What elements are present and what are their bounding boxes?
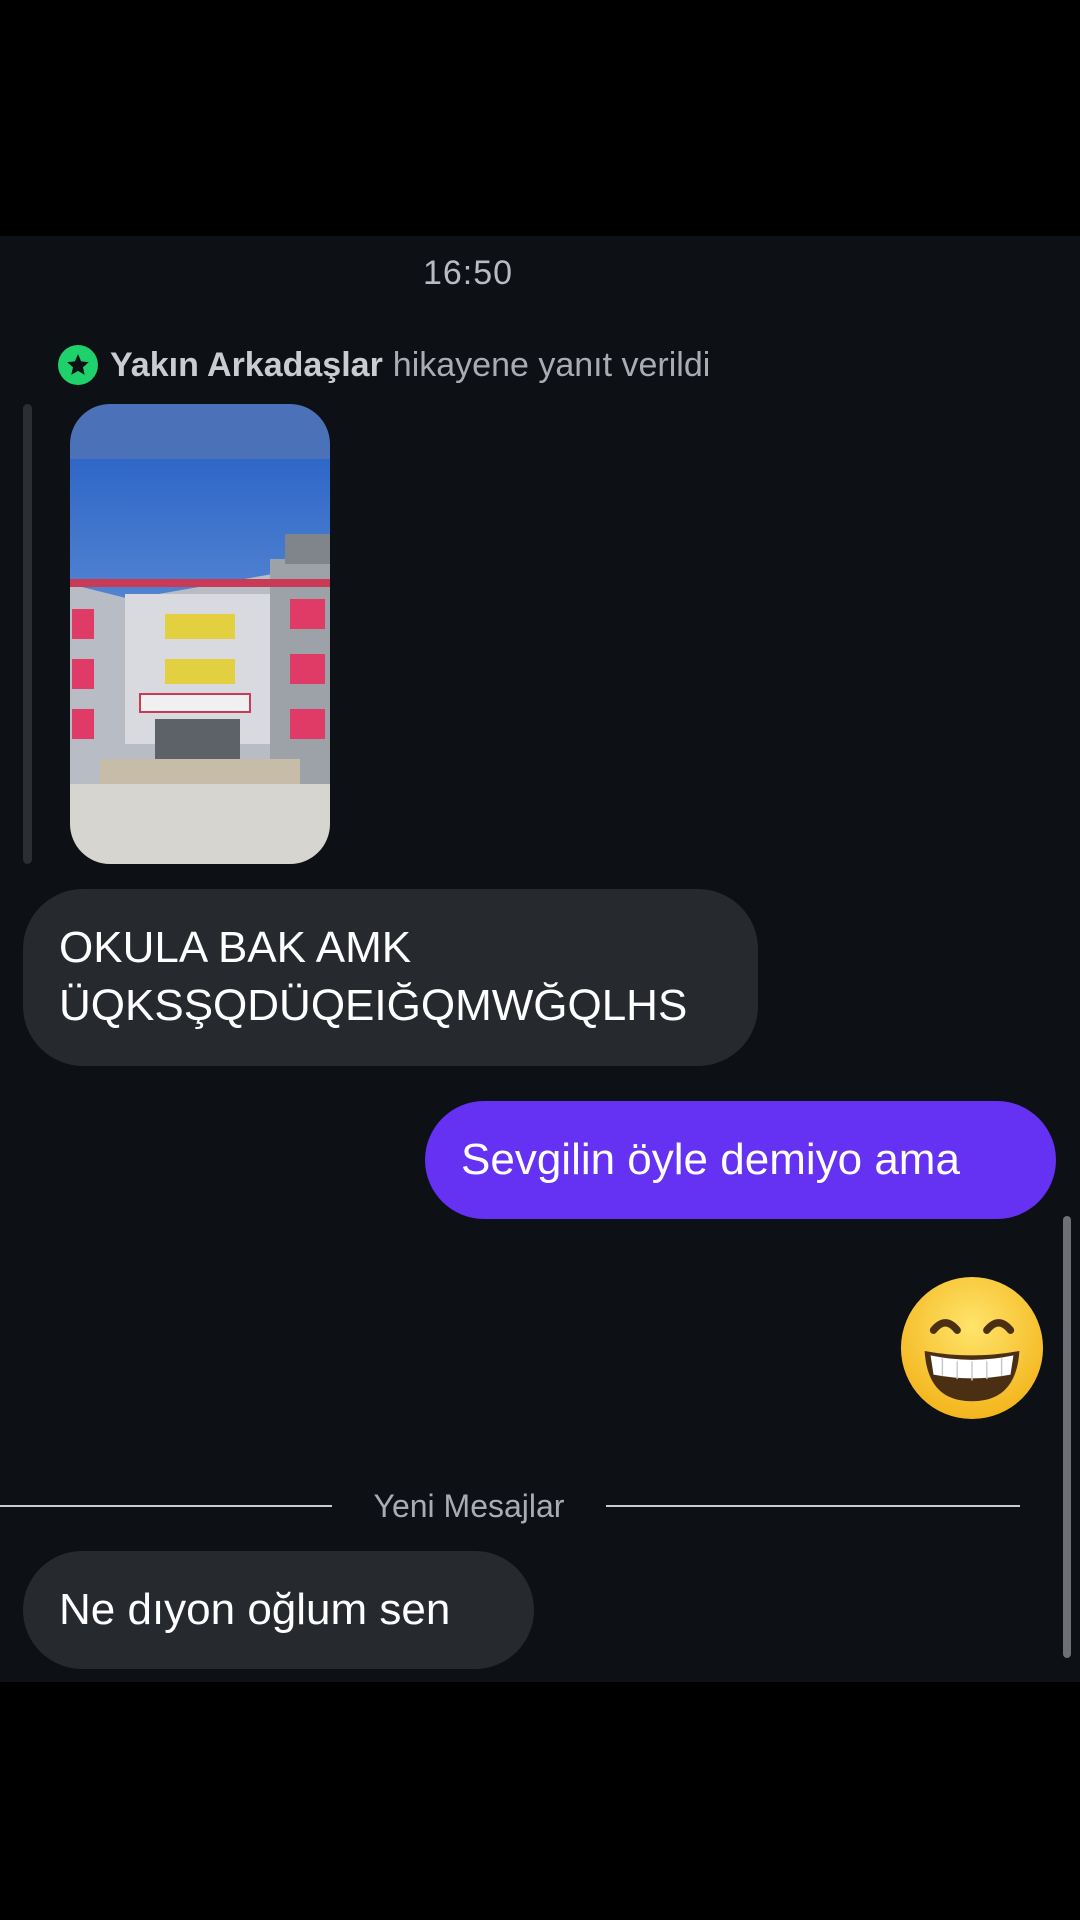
scrollbar[interactable] bbox=[1063, 1216, 1071, 1658]
close-friends-label: Yakın Arkadaşlar bbox=[110, 345, 383, 384]
new-messages-label: Yeni Mesajlar bbox=[373, 1488, 565, 1524]
message-line: ÜQKSŞQDÜQEIĞQMWĞQLHS bbox=[59, 981, 688, 1030]
story-reply-header: Yakın Arkadaşlar hikayene yanıt verildi bbox=[58, 344, 710, 386]
chat-thread[interactable]: 16:50 Yakın Arkadaşlar hikayene yanıt ve… bbox=[0, 236, 1080, 1682]
school-building-photo bbox=[70, 404, 330, 864]
incoming-message[interactable]: OKULA BAK AMK ÜQKSŞQDÜQEIĞQMWĞQLHS bbox=[23, 889, 758, 1066]
divider-line bbox=[606, 1505, 1020, 1507]
grinning-face-icon[interactable] bbox=[898, 1274, 1046, 1422]
message-timestamp: 16:50 bbox=[422, 254, 514, 292]
incoming-message[interactable]: Ne dıyon oğlum sen bbox=[23, 1551, 534, 1669]
divider-line bbox=[0, 1505, 332, 1507]
story-reply-text: hikayene yanıt verildi bbox=[392, 345, 711, 384]
story-reply-bar bbox=[23, 404, 32, 864]
outgoing-message[interactable]: Sevgilin öyle demiyo ama bbox=[425, 1101, 1056, 1219]
star-icon bbox=[58, 345, 98, 385]
new-messages-divider: Yeni Mesajlar bbox=[0, 1481, 1020, 1531]
message-line: OKULA BAK AMK bbox=[59, 923, 412, 972]
story-thumbnail[interactable] bbox=[70, 404, 330, 864]
